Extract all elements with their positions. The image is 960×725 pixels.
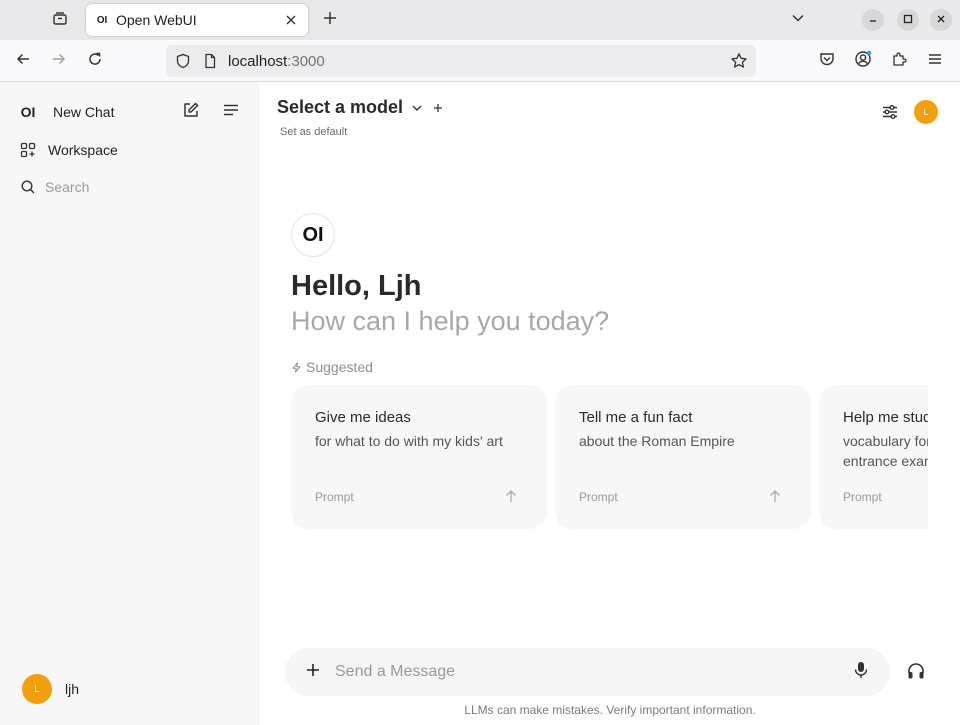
model-selector[interactable]: Select a model: [277, 97, 443, 118]
maximize-button[interactable]: [897, 9, 919, 31]
suggestion-subtitle: about the Roman Empire: [579, 433, 735, 449]
headphones-icon: [906, 661, 926, 686]
avatar: L: [914, 100, 938, 124]
app-logo: OI: [20, 104, 36, 120]
sidebar: OI New Chat Workspace Search L ljh: [0, 82, 258, 725]
compose-button[interactable]: [177, 98, 205, 126]
user-name: ljh: [65, 681, 80, 697]
new-chat-label: New Chat: [53, 104, 115, 120]
suggestion-title: Give me ideas: [315, 409, 411, 426]
avatar: L: [22, 674, 52, 704]
suggestion-card[interactable]: Tell me a fun fact about the Roman Empir…: [555, 385, 811, 529]
add-model-icon[interactable]: [433, 103, 443, 113]
account-icon: [854, 50, 872, 73]
pencil-square-icon: [182, 101, 200, 124]
workspace-label: Workspace: [48, 142, 118, 158]
menu-icon: [927, 51, 943, 72]
new-tab-button[interactable]: [316, 6, 344, 34]
tab-title: Open WebUI: [116, 12, 197, 28]
disclaimer-text: LLMs can make mistakes. Verify important…: [464, 703, 756, 717]
header-user-button[interactable]: L: [914, 100, 938, 124]
toggle-sidebar-button[interactable]: [217, 98, 245, 126]
controls-button[interactable]: [876, 100, 904, 128]
reload-icon: [87, 51, 103, 72]
reload-button[interactable]: [81, 47, 109, 75]
browser-tab[interactable]: OI Open WebUI: [86, 4, 308, 36]
greeting-heading: Hello, Ljh: [291, 270, 422, 302]
suggestion-subtitle: for what to do with my kids' art: [315, 433, 503, 449]
main-content: Select a model Set as default L OI Hello…: [258, 82, 960, 725]
url-host: localhost: [228, 53, 288, 70]
voice-input-button[interactable]: [850, 661, 872, 683]
suggestion-subtitle: vocabulary for a college entrance exam: [843, 433, 928, 469]
bolt-icon: [291, 361, 302, 373]
back-icon: [15, 51, 31, 72]
minimize-button[interactable]: [862, 9, 884, 31]
message-input[interactable]: [335, 658, 825, 686]
account-button[interactable]: [849, 47, 877, 75]
extensions-button[interactable]: [885, 47, 913, 75]
favicon-icon: OI: [96, 14, 108, 26]
pocket-button[interactable]: [813, 47, 841, 75]
forward-button[interactable]: [45, 47, 73, 75]
page-icon[interactable]: [201, 52, 219, 70]
suggested-text: Suggested: [306, 359, 373, 375]
list-all-tabs-button[interactable]: [784, 6, 812, 34]
search-icon: [16, 175, 40, 199]
plus-icon: [306, 663, 320, 682]
suggestion-title: Help me study: [843, 409, 928, 426]
close-icon[interactable]: [282, 11, 300, 29]
plus-icon: [323, 11, 337, 30]
forward-icon: [51, 51, 67, 72]
minimize-icon: [868, 11, 878, 29]
browser-nav-bar: localhost:3000: [0, 40, 960, 82]
greeting-subtitle: How can I help you today?: [291, 306, 610, 336]
hero-logo: OI: [291, 213, 335, 257]
maximize-icon: [903, 11, 913, 29]
arrow-up-icon: [503, 488, 519, 504]
url-port: :3000: [287, 53, 325, 70]
voice-mode-button[interactable]: [902, 659, 930, 687]
close-window-button[interactable]: [930, 9, 952, 31]
chevron-down-icon: [791, 11, 805, 30]
suggestion-prompt-label: Prompt: [579, 490, 618, 504]
set-as-default-link[interactable]: Set as default: [280, 126, 347, 138]
arrow-up-icon: [767, 488, 783, 504]
user-menu-button[interactable]: L ljh: [22, 674, 79, 704]
attach-button[interactable]: [299, 658, 327, 686]
menu-lines-icon: [222, 101, 240, 124]
sidebar-item-workspace[interactable]: Workspace: [16, 138, 118, 162]
suggestion-prompt-label: Prompt: [843, 490, 882, 504]
new-chat-button[interactable]: OI New Chat: [16, 100, 115, 124]
suggested-label: Suggested: [291, 359, 373, 375]
message-composer: [285, 648, 890, 696]
tab-list-button[interactable]: [46, 6, 74, 34]
suggestion-card[interactable]: Help me study vocabulary for a college e…: [819, 385, 928, 529]
model-select-label: Select a model: [277, 97, 404, 117]
sidebar-search[interactable]: Search: [16, 175, 89, 199]
star-icon[interactable]: [730, 52, 748, 70]
tab-list-icon: [52, 10, 68, 31]
extensions-icon: [891, 51, 907, 72]
url-text[interactable]: localhost:3000: [228, 53, 325, 70]
microphone-icon: [854, 661, 868, 684]
pocket-icon: [819, 51, 835, 72]
grid-icon: [16, 138, 40, 162]
shield-icon[interactable]: [174, 52, 192, 70]
suggestion-list: Give me ideas for what to do with my kid…: [291, 385, 928, 529]
browser-tab-bar: OI Open WebUI: [0, 0, 960, 40]
search-input[interactable]: Search: [45, 179, 89, 195]
app-menu-button[interactable]: [921, 47, 949, 75]
url-bar[interactable]: localhost:3000: [166, 45, 756, 77]
chevron-down-icon: [411, 102, 423, 114]
close-icon: [936, 11, 946, 29]
sliders-icon: [881, 103, 899, 126]
suggestion-title: Tell me a fun fact: [579, 409, 693, 426]
back-button[interactable]: [9, 47, 37, 75]
suggestion-prompt-label: Prompt: [315, 490, 354, 504]
suggestion-card[interactable]: Give me ideas for what to do with my kid…: [291, 385, 547, 529]
